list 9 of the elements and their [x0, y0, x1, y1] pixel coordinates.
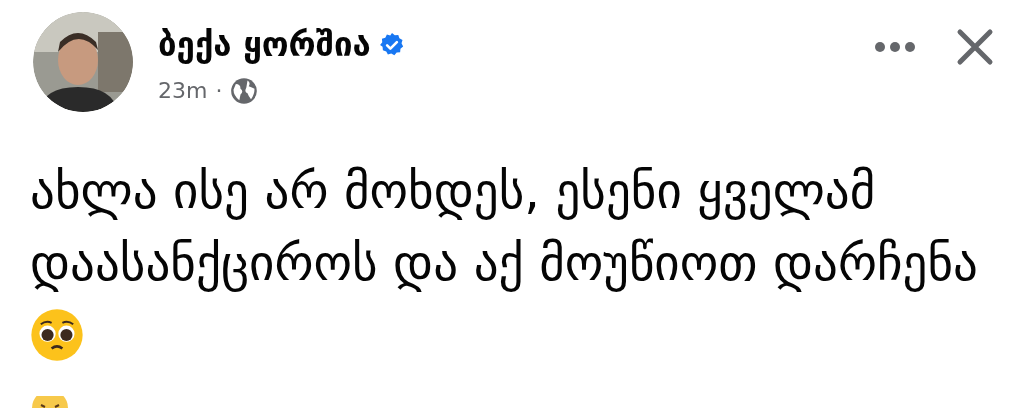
author-name[interactable]: ბექა ყორშია — [158, 26, 371, 64]
post-time[interactable]: 23m — [158, 74, 208, 107]
more-options-icon[interactable] — [874, 41, 916, 53]
close-icon[interactable] — [956, 28, 994, 66]
post-text: ახლა ისე არ მოხდეს, ესენი ყველამ დაასანქციროს და აქ მოუწიოთ დარჩენა — [30, 156, 990, 372]
globe-icon — [230, 76, 259, 105]
separator: · — [215, 77, 223, 105]
pleading-face-icon — [30, 308, 84, 362]
laughing-reaction-icon — [32, 396, 68, 408]
